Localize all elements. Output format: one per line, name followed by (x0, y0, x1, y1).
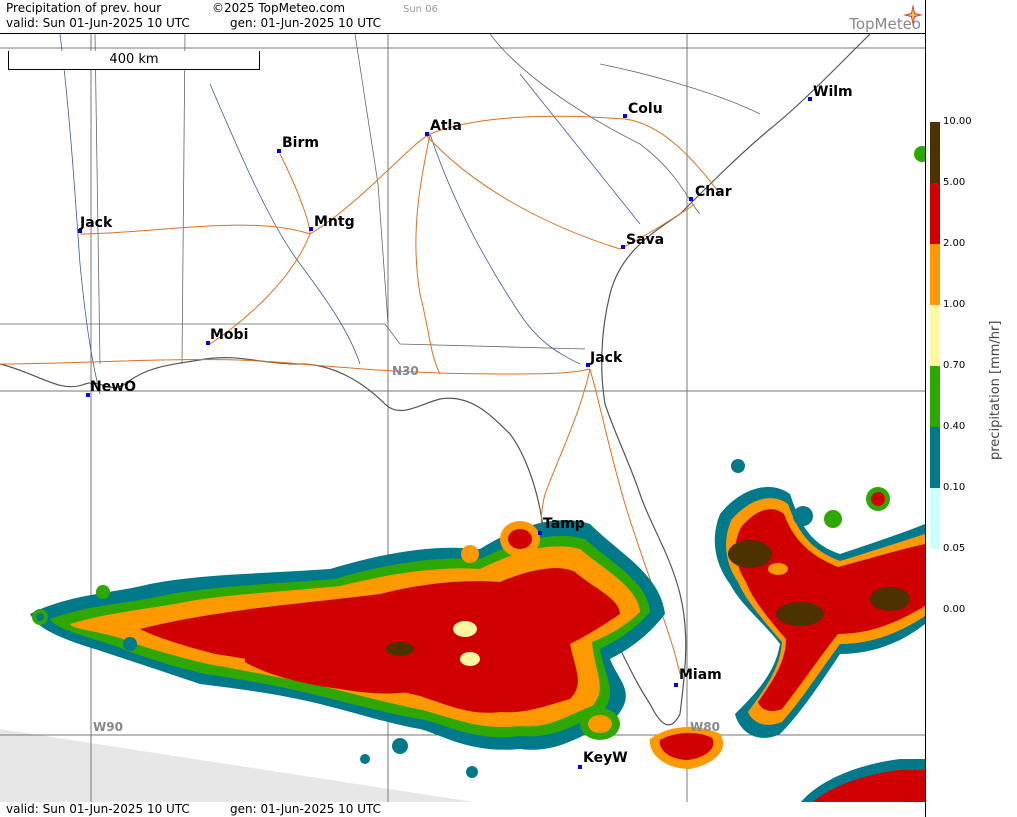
city-wilmington: Wilm (813, 84, 853, 100)
legend-tick-label: 0.70 (943, 360, 966, 371)
legend-swatch (930, 183, 940, 244)
city-key-west: KeyW (583, 750, 628, 766)
city-mobile: Mobi (210, 327, 249, 343)
no-data-area (0, 729, 480, 803)
legend-swatch (930, 305, 940, 366)
legend-tick-label: 0.05 (943, 543, 966, 554)
copyright: ©2025 TopMeteo.com (212, 1, 346, 15)
color-legend: 10.00 5.00 2.00 1.00 0.70 0.40 0.10 0.05 0.00 pr… (925, 0, 1017, 817)
state-borders (0, 34, 761, 365)
legend-tick-label: 1.00 (943, 299, 966, 310)
city-charleston: Char (695, 184, 732, 200)
legend-unit: precipitation [mm/hr] (988, 320, 1003, 460)
city-new-orleans: NewO (90, 379, 137, 395)
precipitation-map[interactable]: 400 km Wilm Colu Atla Birm Char Jack Mnt… (0, 33, 925, 804)
gen-time: gen: 01-Jun-2025 10 UTC (230, 16, 382, 30)
city-columbia: Colu (628, 101, 663, 117)
valid-time: valid: Sun 01-Jun-2025 10 UTC (6, 16, 190, 30)
grid-label-w90: W90 (93, 720, 123, 734)
legend-swatch (930, 366, 940, 427)
city-atlanta: Atla (430, 118, 462, 134)
footer: valid: Sun 01-Jun-2025 10 UTC gen: 01-Ju… (0, 802, 925, 817)
legend-tick-label: 0.00 (943, 604, 966, 615)
city-jacksonville: Jack (590, 350, 623, 366)
city-jackson-ms: Jack (80, 215, 113, 231)
legend-swatch (930, 488, 940, 549)
legend-swatch (930, 427, 940, 488)
city-montgomery: Mntg (314, 214, 355, 230)
city-miami: Miam (679, 667, 722, 683)
day-tag: Sun 06 (403, 4, 438, 15)
legend-tick-label: 2.00 (943, 238, 966, 249)
legend-tick-label: 5.00 (943, 177, 966, 188)
footer-valid-time: valid: Sun 01-Jun-2025 10 UTC (6, 802, 190, 816)
city-tampa: Tamp (543, 516, 585, 532)
legend-tick-label: 10.00 (943, 116, 972, 127)
grid-label-w80: W80 (690, 720, 720, 734)
precip-field (30, 146, 925, 803)
map-canvas (0, 34, 925, 803)
legend-tick-label: 0.40 (943, 421, 966, 432)
city-savannah: Sava (626, 232, 665, 248)
product-title: Precipitation of prev. hour (6, 1, 162, 15)
legend-swatch (930, 244, 940, 305)
legend-swatch (930, 122, 940, 183)
legend-tick-label: 0.10 (943, 482, 966, 493)
city-birmingham: Birm (282, 135, 319, 151)
compass-star-icon (903, 4, 923, 26)
scale-bar: 400 km (8, 51, 260, 70)
legend-swatch (930, 549, 940, 610)
header: Precipitation of prev. hour ©2025 TopMet… (0, 0, 925, 33)
footer-gen-time: gen: 01-Jun-2025 10 UTC (230, 802, 382, 816)
grid-label-n30: N30 (392, 364, 419, 378)
